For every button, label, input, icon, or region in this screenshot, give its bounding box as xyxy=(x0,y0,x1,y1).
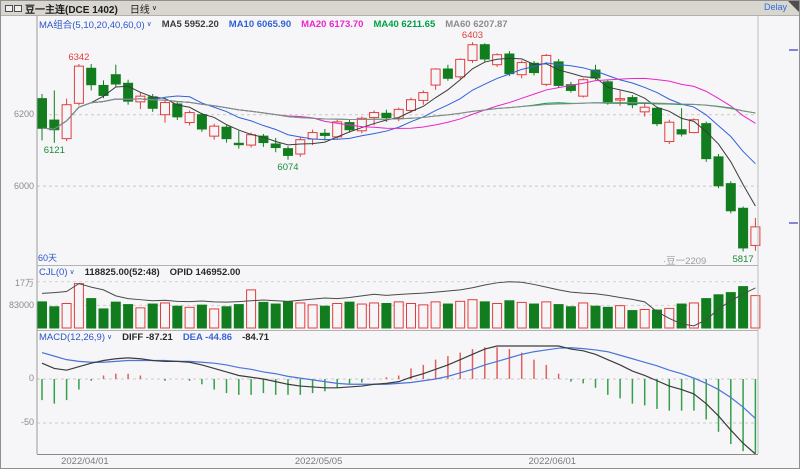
ma20-value: MA20 6173.70 xyxy=(301,19,363,30)
ma-indicator-selector[interactable]: MA组合(5,10,20,40,60,0) ∨ xyxy=(39,17,152,31)
volume-value: 118825.00(52:48) xyxy=(85,267,160,278)
contract-watermark: ·豆一2209 xyxy=(663,253,706,267)
y-axis-label: 0 xyxy=(1,373,34,383)
instrument-title: 豆一主连(DCE 1402) xyxy=(25,1,118,16)
chevron-down-icon: ∨ xyxy=(70,269,75,276)
ma5-value: MA5 5952.20 xyxy=(162,19,219,30)
volume-indicator-label: CJL(0) xyxy=(39,267,68,278)
y-axis-label: 6200 xyxy=(1,109,34,119)
x-axis-label: 2022/05/05 xyxy=(295,456,343,467)
macd-legend: MACD(12,26,9) ∨ DIFF -87.21 DEA -44.86 -… xyxy=(39,332,269,343)
ma60-value: MA60 6207.87 xyxy=(445,19,507,30)
macd-dea-value: DEA -44.86 xyxy=(183,332,232,343)
macd-indicator-selector[interactable]: MACD(12,26,9) ∨ xyxy=(39,332,112,343)
x-axis-label: 2022/06/01 xyxy=(529,456,577,467)
ma40-value: MA40 6211.65 xyxy=(373,19,435,30)
y-axis-label: 17万 xyxy=(1,276,34,289)
volume-indicator-selector[interactable]: CJL(0) ∨ xyxy=(39,267,75,278)
chevron-down-icon: ∨ xyxy=(147,21,152,28)
macd-diff-value: DIFF -87.21 xyxy=(122,332,173,343)
ma10-value: MA10 6065.90 xyxy=(229,19,291,30)
macd-bar-value: -84.71 xyxy=(242,332,269,343)
chart-canvas[interactable] xyxy=(1,1,800,469)
y-axis-label: 83000 xyxy=(1,300,34,310)
ma-legend: MA组合(5,10,20,40,60,0) ∨ MA5 5952.20 MA10… xyxy=(39,17,508,31)
price-annotation: 6342 xyxy=(68,52,89,63)
y-axis-label: -50 xyxy=(1,417,34,427)
window-icon xyxy=(5,5,22,12)
period-selector[interactable]: 日线 ∨ xyxy=(130,1,157,16)
range-selector[interactable]: 60天 xyxy=(38,251,57,264)
price-annotation: 5817 xyxy=(733,254,754,265)
x-axis-label: 2022/04/01 xyxy=(61,456,109,467)
chevron-down-icon: ∨ xyxy=(152,5,157,12)
ma-indicator-label: MA组合(5,10,20,40,60,0) xyxy=(39,17,145,31)
delay-link[interactable]: Delay xyxy=(764,2,787,12)
chevron-down-icon: ∨ xyxy=(107,334,112,341)
app-window: 豆一主连(DCE 1402) 日线 ∨ Delay MA组合(5,10,20,4… xyxy=(0,0,800,469)
period-label: 日线 xyxy=(130,1,150,16)
price-annotation: 6403 xyxy=(462,30,483,41)
y-axis-label: 6000 xyxy=(1,181,34,191)
corner-triangle-icon xyxy=(788,1,799,12)
price-annotation: 6121 xyxy=(44,145,65,156)
title-bar: 豆一主连(DCE 1402) 日线 ∨ xyxy=(1,1,799,16)
macd-indicator-label: MACD(12,26,9) xyxy=(39,332,105,343)
price-annotation: 6074 xyxy=(277,162,298,173)
volume-legend: CJL(0) ∨ 118825.00(52:48) OPID 146952.00 xyxy=(39,267,240,278)
opid-value: OPID 146952.00 xyxy=(170,267,241,278)
